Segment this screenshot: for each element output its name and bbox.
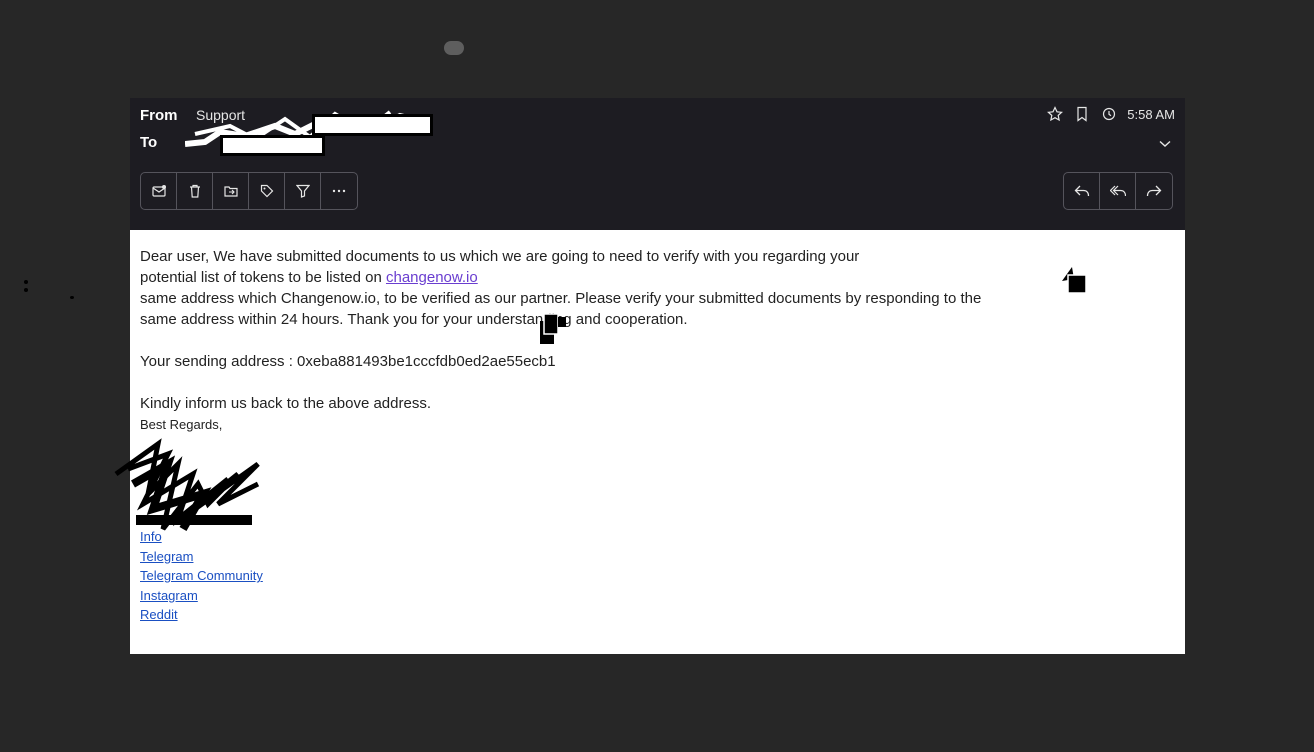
body-line: Dear user, We have submitted documents t… — [140, 248, 860, 265]
star-icon[interactable] — [1046, 105, 1064, 123]
document-stack-icon — [540, 313, 566, 344]
tag-icon[interactable] — [249, 173, 285, 209]
footer-link-telegram-community[interactable]: Telegram Community — [140, 566, 263, 586]
mark-unread-icon[interactable] — [141, 173, 177, 209]
email-viewer: From Support To 5:58 AM Dear user, We ha… — [114, 98, 1185, 654]
filter-icon[interactable] — [285, 173, 321, 209]
message-time: 5:58 AM — [1127, 106, 1175, 122]
closing-line: Kindly inform us back to the above addre… — [140, 395, 431, 412]
footer-links: Info Telegram Telegram Community Instagr… — [140, 527, 263, 625]
redaction-box-to — [220, 135, 325, 156]
body-line: same address which Changenow.io, to be v… — [140, 290, 982, 307]
message-toolbar — [140, 172, 358, 210]
trash-icon[interactable] — [177, 173, 213, 209]
bookmark-icon[interactable] — [1073, 105, 1091, 123]
more-icon[interactable] — [321, 173, 357, 209]
from-label: From — [140, 107, 178, 124]
clock-icon — [1100, 105, 1118, 123]
move-icon[interactable] — [213, 173, 249, 209]
forward-icon[interactable] — [1136, 173, 1172, 209]
message-header: From Support To 5:58 AM — [130, 98, 1185, 230]
to-label: To — [140, 134, 158, 151]
regards-line: Best Regards, — [140, 417, 223, 432]
body-line: same address within 24 hours. Thank you … — [140, 311, 688, 328]
footer-link-info[interactable]: Info — [140, 527, 263, 547]
redaction-box-from — [312, 114, 433, 136]
sending-address: Your sending address : 0xeba881493be1ccc… — [140, 353, 556, 370]
document-stack-icon — [1062, 267, 1087, 294]
chevron-down-icon[interactable] — [1159, 135, 1171, 153]
footer-link-reddit[interactable]: Reddit — [140, 605, 263, 625]
body-line: potential list of tokens to be listed on… — [140, 269, 478, 286]
footer-link-instagram[interactable]: Instagram — [140, 586, 263, 606]
reply-all-icon[interactable] — [1100, 173, 1136, 209]
changenow-link[interactable]: changenow.io — [386, 269, 478, 286]
header-actions: 5:58 AM — [1046, 105, 1175, 123]
reply-icon[interactable] — [1064, 173, 1100, 209]
message-body: Dear user, We have submitted documents t… — [140, 246, 1175, 435]
camera-notch — [444, 41, 464, 55]
reply-toolbar — [1063, 172, 1173, 210]
footer-link-telegram[interactable]: Telegram — [140, 547, 263, 567]
redaction-box-signature — [136, 515, 252, 525]
